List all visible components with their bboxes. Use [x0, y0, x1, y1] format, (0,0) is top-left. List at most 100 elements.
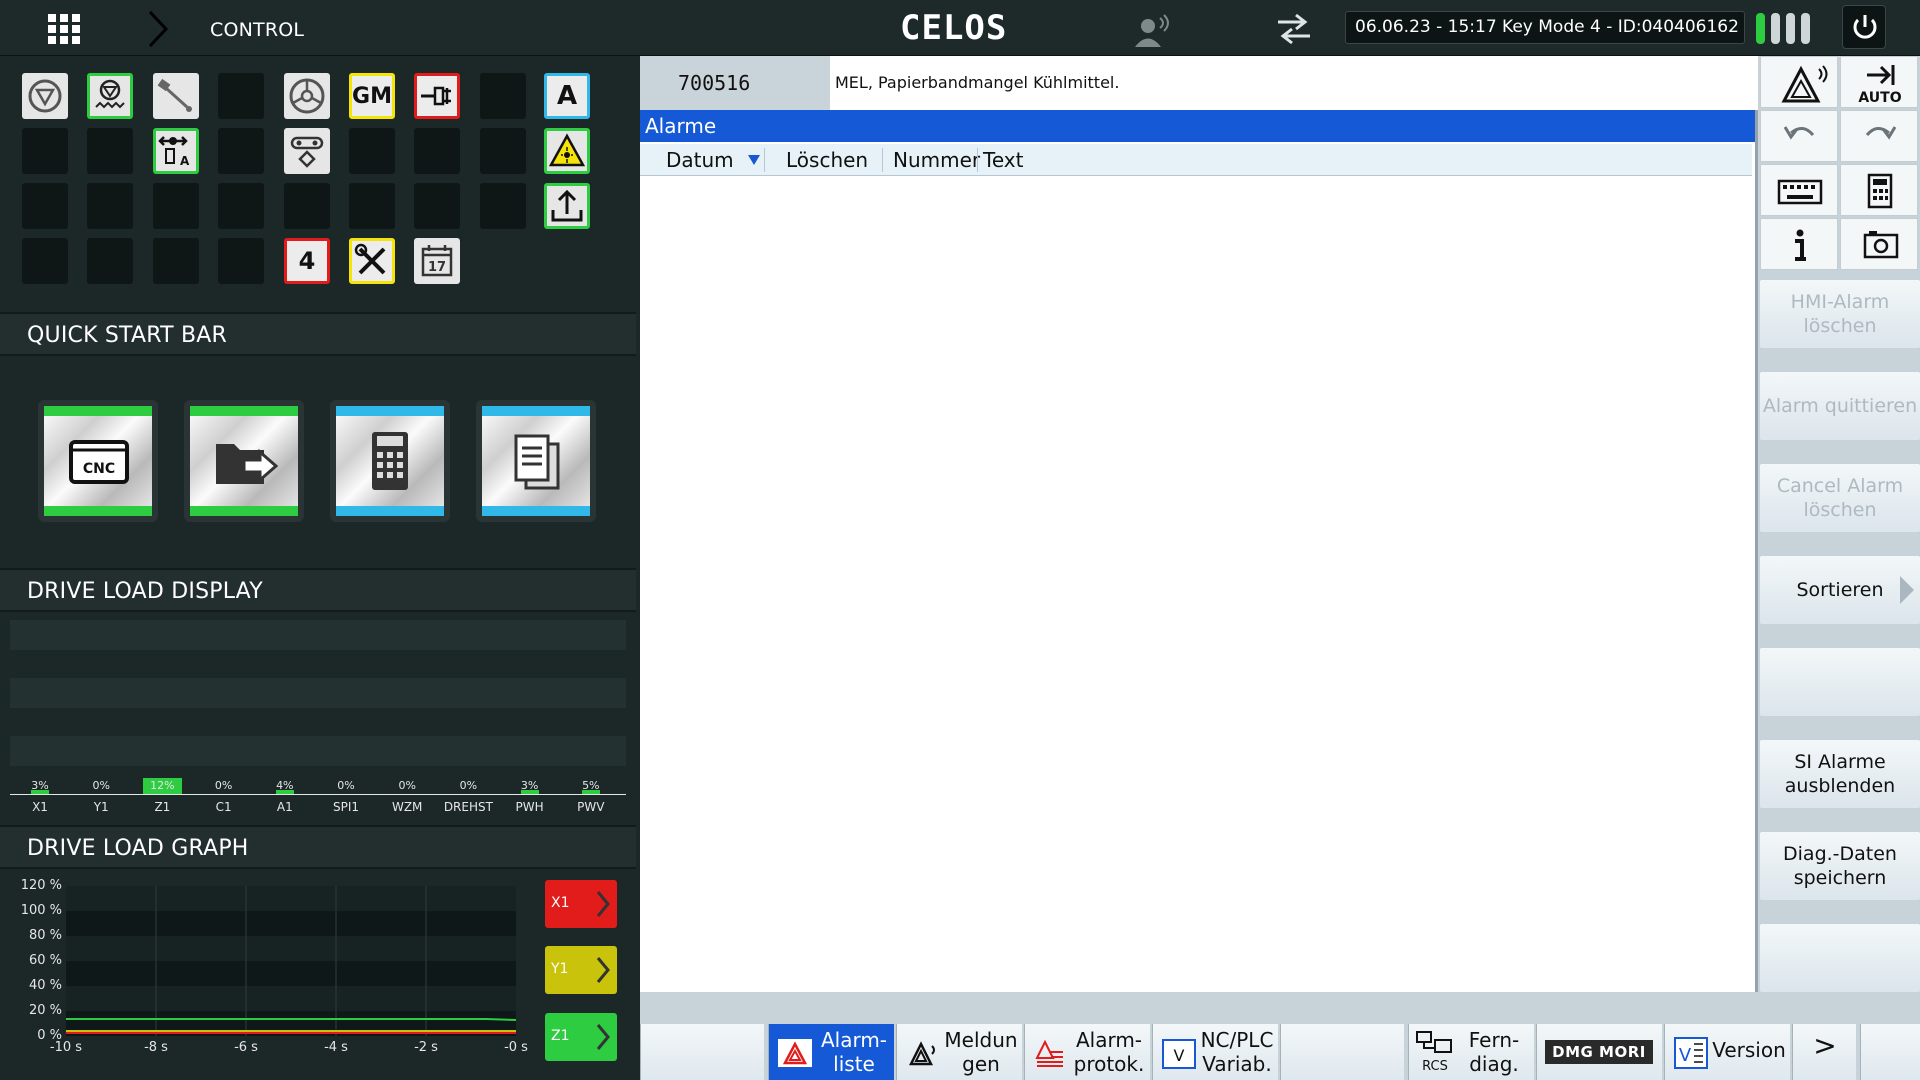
graph-y-tick: 20 %: [28, 1003, 62, 1018]
legend-label: Z1: [551, 1028, 570, 1044]
next-icon: >: [1813, 1029, 1837, 1062]
hide-si-alarms-button[interactable]: SI Alarme ausblenden: [1760, 740, 1920, 808]
coolant-icon[interactable]: [87, 73, 133, 119]
save-diag-data-button[interactable]: Diag.-Daten speichern: [1760, 832, 1920, 900]
file-manager-app[interactable]: [184, 400, 304, 522]
graph-x-tick: -2 s: [414, 1040, 438, 1055]
chevron-right-icon[interactable]: [146, 10, 170, 48]
app-grid-icon[interactable]: [44, 12, 84, 44]
status-slot-empty: [87, 238, 133, 284]
info-icon[interactable]: [1760, 218, 1838, 270]
graph-legend-z1[interactable]: Z1: [545, 1013, 617, 1061]
svg-text:A: A: [180, 154, 190, 168]
laser-warning-icon[interactable]: [544, 128, 590, 174]
alarm-acknowledge-button[interactable]: Alarm quittieren: [1760, 372, 1920, 440]
dmg-mori-logo: DMG MORI: [1545, 1040, 1653, 1064]
calculator-app[interactable]: [330, 400, 450, 522]
sidebar-empty-button[interactable]: [1760, 648, 1920, 716]
undo-icon[interactable]: [1760, 110, 1838, 162]
auto-mode-icon[interactable]: AUTO: [1840, 56, 1918, 108]
redo-icon[interactable]: [1840, 110, 1918, 162]
connection-indicator: [1756, 13, 1814, 44]
graph-legend-x1[interactable]: X1: [545, 880, 617, 928]
load-band: [10, 736, 626, 766]
drive-load-header: DRIVE LOAD DISPLAY: [0, 568, 636, 612]
column-header-text[interactable]: Text: [983, 144, 1023, 176]
softkey-empty[interactable]: [1860, 1024, 1920, 1080]
legend-label: Y1: [551, 961, 569, 977]
drive-load-percent: 0%: [214, 779, 233, 792]
graph-x-tick: -8 s: [144, 1040, 168, 1055]
keyboard-icon[interactable]: [1760, 164, 1838, 216]
alarm-list-icon: [778, 1039, 812, 1067]
documents-app[interactable]: [476, 400, 596, 522]
softkey-version[interactable]: V Version: [1664, 1024, 1790, 1080]
drive-graph-title: DRIVE LOAD GRAPH: [27, 836, 249, 861]
drive-load-percent: 5%: [582, 779, 600, 792]
status-slot-empty: [414, 128, 460, 174]
sort-down-icon[interactable]: [747, 154, 761, 166]
axis-arrows-icon[interactable]: A: [153, 128, 199, 174]
emergency-stop-icon[interactable]: [22, 73, 68, 119]
column-header-datum[interactable]: Datum: [666, 144, 734, 176]
hmi-alarm-delete-button[interactable]: HMI-Alarm löschen: [1760, 280, 1920, 348]
cnc-app[interactable]: CNC: [38, 400, 158, 522]
cancel-alarm-delete-button[interactable]: Cancel Alarm löschen: [1760, 464, 1920, 532]
softkey-label: Meldun gen: [944, 1028, 1018, 1076]
column-header-loeschen[interactable]: Löschen: [786, 144, 868, 176]
column-separator: [882, 148, 883, 172]
status-slot-empty: [480, 183, 526, 229]
calculator-icon[interactable]: [1840, 164, 1918, 216]
swap-arrows-icon[interactable]: [1274, 12, 1314, 46]
softkey-alarm-log[interactable]: Alarm- protok.: [1024, 1024, 1150, 1080]
softkey-empty[interactable]: [640, 1024, 764, 1080]
door-icon[interactable]: [414, 73, 460, 119]
calendar-icon[interactable]: 17: [414, 238, 460, 284]
upload-icon[interactable]: [544, 183, 590, 229]
softkey-alarm-list[interactable]: Alarm- liste: [768, 1024, 894, 1080]
cnc-label: CNC: [83, 461, 115, 477]
column-header-nummer[interactable]: Nummer: [893, 144, 980, 176]
tool-change-icon[interactable]: [284, 128, 330, 174]
a-icon[interactable]: A: [544, 73, 590, 119]
sidebar-empty-button[interactable]: [1760, 924, 1920, 992]
spindle-icon[interactable]: [284, 73, 330, 119]
alarm-log-icon: [1035, 1039, 1063, 1067]
drive-load-axis-label: C1: [215, 800, 232, 814]
celos-logo: CELOS: [900, 8, 1008, 48]
softkey-next[interactable]: >: [1792, 1024, 1856, 1080]
graph-y-tick: 120 %: [20, 878, 62, 893]
status-slot-empty: [87, 128, 133, 174]
softkey-dmg-mori[interactable]: DMG MORI: [1536, 1024, 1662, 1080]
sort-button[interactable]: Sortieren: [1760, 556, 1920, 624]
power-icon[interactable]: [1842, 5, 1886, 49]
indicator-bar-4: [1801, 13, 1810, 44]
four-icon[interactable]: 4: [284, 238, 330, 284]
remote-diag-icon: RCS: [1416, 1031, 1452, 1074]
alarm-triangle-icon[interactable]: [1760, 56, 1838, 108]
load-band: [10, 620, 626, 650]
legend-label: X1: [551, 895, 570, 911]
variables-icon: V: [1162, 1039, 1196, 1069]
status-slot-empty: [22, 128, 68, 174]
drive-load-title: DRIVE LOAD DISPLAY: [27, 579, 263, 604]
status-slot-empty: [414, 183, 460, 229]
graph-x-tick: -6 s: [234, 1040, 258, 1055]
remote-user-icon[interactable]: [1132, 14, 1172, 48]
status-slot-empty: [87, 183, 133, 229]
status-slot-empty: [153, 183, 199, 229]
drive-load-percent: 0%: [459, 779, 478, 792]
quick-start-title: QUICK START BAR: [27, 323, 227, 348]
screenshot-icon[interactable]: [1840, 218, 1918, 270]
four-label: 4: [298, 247, 316, 275]
softkey-empty[interactable]: [1280, 1024, 1404, 1080]
gm-icon[interactable]: GM: [349, 73, 395, 119]
tools-icon[interactable]: [349, 238, 395, 284]
probe-icon[interactable]: [153, 73, 199, 119]
softkey-messages[interactable]: Meldun gen: [896, 1024, 1022, 1080]
graph-legend-y1[interactable]: Y1: [545, 946, 617, 994]
softkey-nc-plc-variables[interactable]: V NC/PLC Variab.: [1152, 1024, 1278, 1080]
indicator-bar-1: [1756, 13, 1765, 44]
softkey-remote-diag[interactable]: RCS Fern- diag.: [1408, 1024, 1534, 1080]
control-label[interactable]: CONTROL: [210, 19, 304, 41]
